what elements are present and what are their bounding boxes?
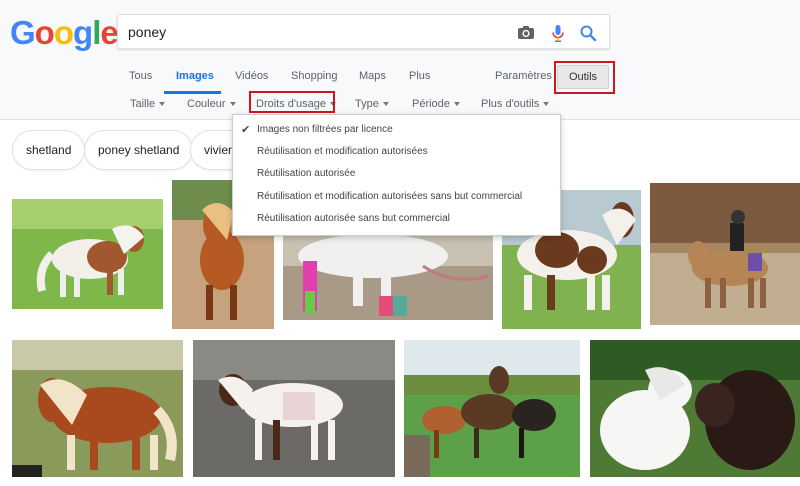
- tool-droits-label: Droits d'usage: [256, 98, 326, 110]
- search-input[interactable]: [128, 22, 498, 42]
- image-result[interactable]: [12, 199, 163, 309]
- tool-droits-usage[interactable]: Droits d'usage: [256, 98, 336, 110]
- image-result[interactable]: [193, 340, 395, 477]
- chip-shetland[interactable]: shetland: [12, 130, 86, 170]
- tab-shopping[interactable]: Shopping: [291, 70, 338, 82]
- tab-images[interactable]: Images: [176, 70, 214, 82]
- chevron-down-icon: [382, 102, 389, 107]
- tab-tous[interactable]: Tous: [129, 70, 152, 82]
- tool-couleur[interactable]: Couleur: [187, 98, 236, 110]
- dropdown-item-non-filtrees[interactable]: ✔ Images non filtrées par licence: [233, 119, 560, 141]
- chevron-down-icon: [159, 102, 166, 107]
- header: Google Tous Images Vidéos Shopping Maps …: [0, 0, 800, 120]
- dropdown-item-reutilisation-modification[interactable]: Réutilisation et modification autorisées: [233, 141, 560, 163]
- search-icon[interactable]: [578, 23, 598, 43]
- checkmark-icon: ✔: [241, 124, 251, 136]
- dropdown-item-reutilisation-non-commercial[interactable]: Réutilisation autorisée sans but commerc…: [233, 208, 560, 230]
- tab-maps[interactable]: Maps: [359, 70, 386, 82]
- tab-parametres[interactable]: Paramètres: [495, 70, 552, 82]
- tab-videos[interactable]: Vidéos: [235, 70, 268, 82]
- droits-usage-dropdown: ✔ Images non filtrées par licence Réutil…: [232, 114, 561, 236]
- dropdown-item-label: Réutilisation autorisée: [257, 168, 356, 179]
- chevron-down-icon: [229, 102, 236, 107]
- dropdown-item-label: Réutilisation et modification autorisées…: [257, 191, 523, 202]
- image-result[interactable]: [650, 183, 800, 325]
- chevron-down-icon: [453, 102, 460, 107]
- image-result[interactable]: [404, 340, 580, 477]
- chevron-down-icon: [329, 102, 336, 107]
- search-tabs: Tous Images Vidéos Shopping Maps Plus Pa…: [0, 62, 800, 94]
- chip-poney-shetland[interactable]: poney shetland: [84, 130, 194, 170]
- dropdown-item-reutilisation-modification-non-commercial[interactable]: Réutilisation et modification autorisées…: [233, 186, 560, 208]
- tools-bar: Taille Couleur Droits d'usage Type Pério…: [0, 96, 800, 116]
- dropdown-item-label: Images non filtrées par licence: [257, 124, 393, 135]
- tool-periode-label: Période: [412, 98, 450, 110]
- tool-plus-outils-label: Plus d'outils: [481, 98, 540, 110]
- search-box: [117, 14, 610, 49]
- active-tab-indicator: [164, 91, 221, 94]
- tool-type-label: Type: [355, 98, 379, 110]
- tool-couleur-label: Couleur: [187, 98, 226, 110]
- dropdown-item-label: Réutilisation autorisée sans but commerc…: [257, 213, 450, 224]
- dropdown-item-label: Réutilisation et modification autorisées: [257, 146, 428, 157]
- tab-plus[interactable]: Plus: [409, 70, 430, 82]
- mic-icon[interactable]: [548, 23, 568, 43]
- google-logo[interactable]: Google: [10, 14, 119, 52]
- chevron-down-icon: [543, 102, 550, 107]
- tool-taille[interactable]: Taille: [130, 98, 166, 110]
- tool-periode[interactable]: Période: [412, 98, 460, 110]
- tool-type[interactable]: Type: [355, 98, 389, 110]
- tool-plus-outils[interactable]: Plus d'outils: [481, 98, 550, 110]
- outils-button[interactable]: Outils: [557, 65, 609, 89]
- tool-taille-label: Taille: [130, 98, 156, 110]
- camera-icon[interactable]: [516, 23, 536, 43]
- image-result[interactable]: [12, 340, 183, 477]
- image-result[interactable]: [283, 236, 493, 320]
- image-result[interactable]: [590, 340, 800, 477]
- dropdown-item-reutilisation[interactable]: Réutilisation autorisée: [233, 163, 560, 185]
